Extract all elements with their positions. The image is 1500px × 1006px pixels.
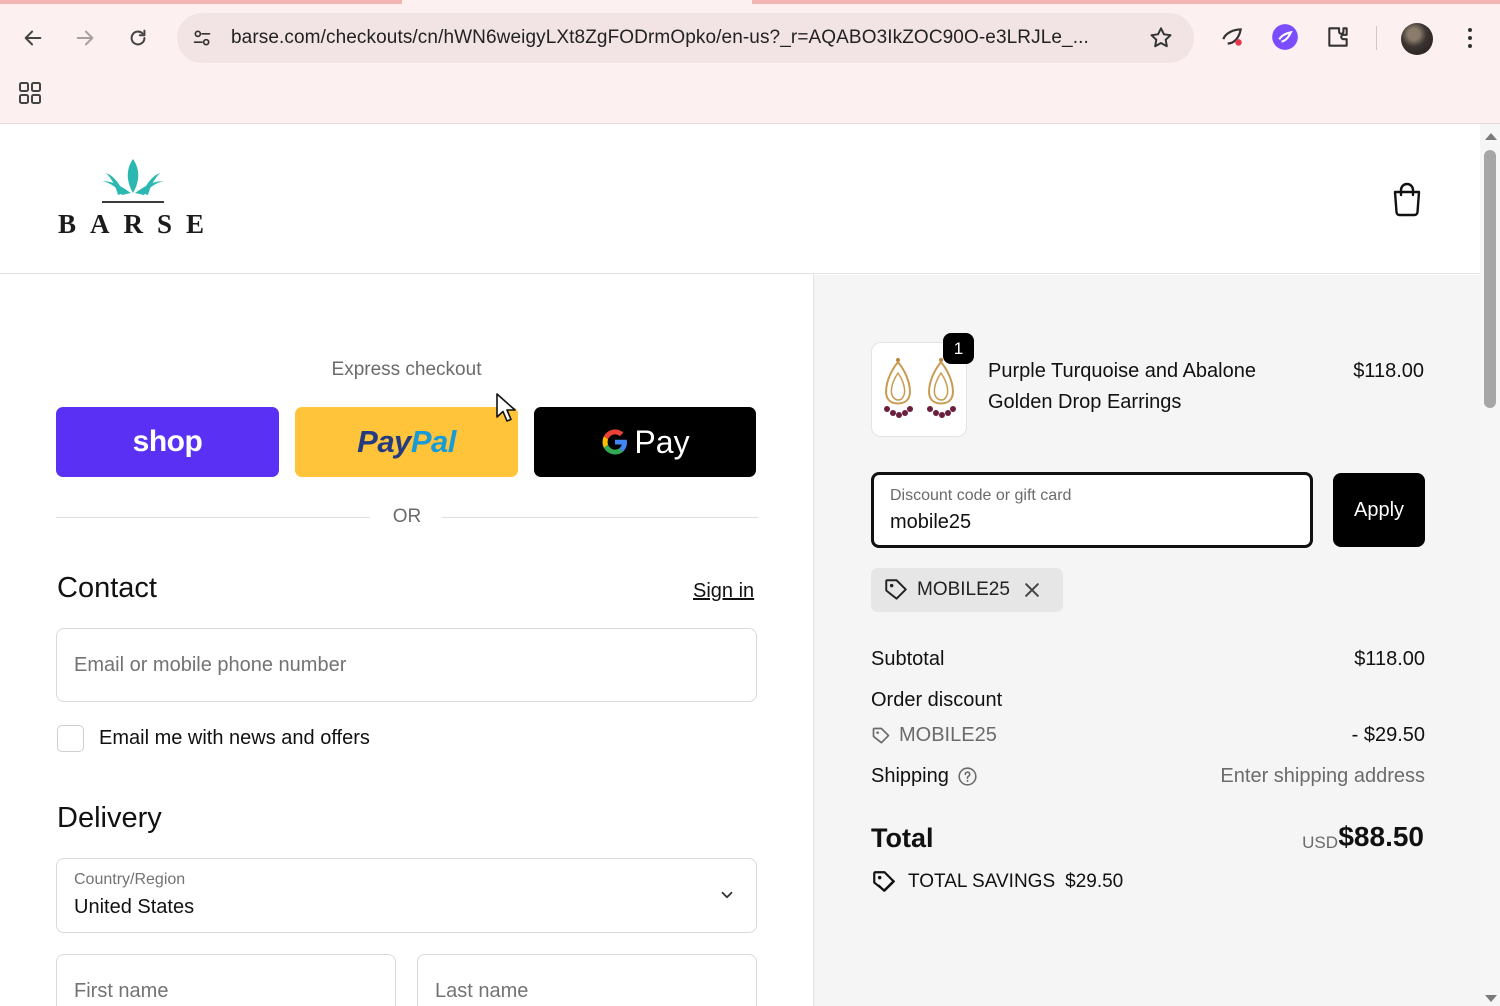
discount-code-label: MOBILE25: [899, 724, 997, 746]
last-name-field[interactable]: Last name: [417, 954, 757, 1006]
tab-strip-edge: [752, 0, 1500, 4]
savings-value: $29.50: [1065, 871, 1124, 892]
help-icon[interactable]: [957, 766, 978, 787]
shipping-value: Enter shipping address: [1220, 765, 1425, 787]
country-value: United States: [74, 896, 195, 918]
shipping-label: Shipping: [871, 765, 949, 787]
order-summary: 1 Purple Turquoise and Abalone Golden Dr…: [813, 275, 1480, 1006]
scroll-up-arrow-icon[interactable]: [1485, 133, 1497, 140]
google-pay-button[interactable]: Pay: [534, 407, 756, 477]
first-name-placeholder: First name: [74, 980, 169, 1002]
country-select[interactable]: Country/Region United States: [56, 858, 757, 933]
back-arrow-icon[interactable]: [15, 20, 51, 56]
shop-pay-label: shop: [132, 425, 203, 458]
address-bar[interactable]: barse.com/checkouts/cn/hWN6weigyLXt8ZgFO…: [177, 13, 1194, 63]
more-menu-icon[interactable]: [1455, 22, 1485, 54]
discount-code-row: MOBILE25 - $29.50: [871, 724, 1425, 752]
lotus-logo-icon: [102, 159, 164, 203]
google-g-icon: [602, 429, 628, 455]
subtotal-label: Subtotal: [871, 648, 945, 670]
extension-icon[interactable]: [1270, 22, 1300, 52]
total-currency: USD: [1302, 833, 1338, 852]
toolbar-divider: [1376, 26, 1377, 50]
newsletter-option[interactable]: Email me with news and offers: [57, 725, 370, 752]
paypal-logo: PayPal: [357, 424, 456, 459]
cart-bag-icon[interactable]: [1391, 181, 1423, 217]
or-divider: OR: [56, 505, 758, 529]
profile-avatar[interactable]: [1401, 23, 1433, 55]
last-name-placeholder: Last name: [435, 980, 529, 1002]
mouse-cursor-icon: [496, 393, 516, 422]
order-discount-row: Order discount: [871, 689, 1425, 712]
logo-text: BARSE: [58, 209, 219, 239]
sign-in-link[interactable]: Sign in: [693, 580, 754, 603]
delivery-title: Delivery: [57, 802, 162, 834]
tag-icon: [885, 579, 907, 600]
checkout-form: Express checkout shop PayPal Pay OR Cont…: [0, 275, 813, 1006]
subtotal-row: Subtotal $118.00: [871, 648, 1425, 671]
discount-field-value[interactable]: mobile25: [890, 511, 971, 534]
order-discount-label: Order discount: [871, 689, 1003, 711]
applied-discount-chip: MOBILE25: [871, 568, 1063, 612]
savings-tag-icon: [873, 871, 896, 892]
product-price: $118.00: [1353, 360, 1424, 382]
total-label: Total: [871, 823, 934, 853]
browser-chrome: barse.com/checkouts/cn/hWN6weigyLXt8ZgFO…: [0, 0, 1500, 124]
country-label: Country/Region: [74, 871, 186, 888]
scrollbar-thumb[interactable]: [1484, 150, 1496, 408]
paypal-button[interactable]: PayPal: [295, 407, 518, 477]
express-checkout-title: Express checkout: [331, 359, 482, 380]
forward-arrow-icon[interactable]: [67, 20, 103, 56]
extension-icon[interactable]: [1217, 22, 1247, 52]
url-text[interactable]: barse.com/checkouts/cn/hWN6weigyLXt8ZgFO…: [231, 27, 1131, 49]
discount-field-label: Discount code or gift card: [890, 487, 1072, 504]
apps-grid-icon[interactable]: [18, 81, 42, 105]
first-name-field[interactable]: First name: [56, 954, 396, 1006]
applied-code: MOBILE25: [917, 579, 1010, 600]
total-value: $88.50: [1338, 821, 1424, 852]
page-scrollbar[interactable]: [1480, 124, 1500, 1006]
bookmark-star-icon[interactable]: [1148, 25, 1174, 51]
tag-icon: [872, 727, 890, 743]
savings-label: TOTAL SAVINGS: [908, 871, 1056, 892]
scroll-down-arrow-icon[interactable]: [1485, 995, 1497, 1002]
chevron-down-icon: [718, 886, 736, 904]
reload-icon[interactable]: [120, 20, 156, 56]
remove-discount-icon[interactable]: [1022, 580, 1042, 600]
google-pay-logo: Pay: [600, 424, 690, 461]
site-info-icon[interactable]: [189, 25, 215, 51]
extensions-puzzle-icon[interactable]: [1323, 22, 1353, 52]
barse-logo[interactable]: BARSE: [58, 157, 208, 242]
newsletter-checkbox[interactable]: [57, 725, 84, 752]
contact-title: Contact: [57, 572, 157, 604]
subtotal-value: $118.00: [1354, 648, 1425, 670]
product-name: Purple Turquoise and Abalone Golden Drop…: [988, 360, 1256, 413]
total-savings-row: TOTAL SAVINGS $29.50: [871, 869, 1123, 895]
shop-pay-button[interactable]: shop: [56, 407, 279, 477]
apply-button[interactable]: Apply: [1333, 473, 1425, 547]
discount-code-input[interactable]: Discount code or gift card mobile25: [871, 472, 1313, 548]
shipping-row: Shipping Enter shipping address: [871, 765, 1425, 788]
newsletter-label: Email me with news and offers: [99, 727, 370, 749]
discount-amount: - $29.50: [1351, 724, 1425, 746]
store-header: BARSE: [0, 124, 1480, 274]
email-field[interactable]: Email or mobile phone number: [56, 628, 757, 702]
tab-strip-edge: [0, 0, 402, 4]
email-placeholder: Email or mobile phone number: [74, 654, 347, 676]
quantity-badge: 1: [943, 333, 974, 364]
